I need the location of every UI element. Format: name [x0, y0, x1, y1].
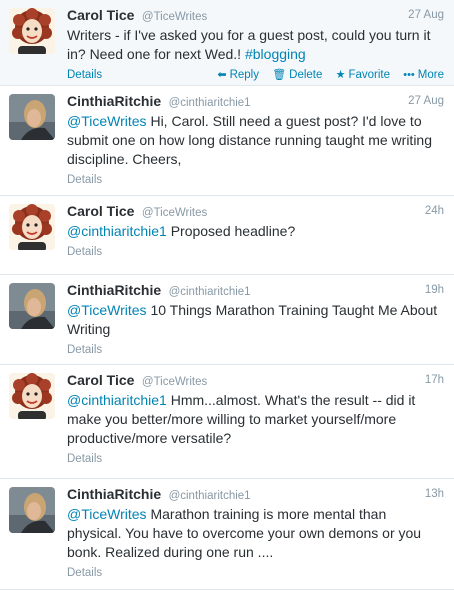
- tweet-text: @TiceWrites Hi, Carol. Still need a gues…: [67, 112, 444, 169]
- tweet-footer: Details ⬅ Reply 🗑 Delete ★ Favorite ••• More: [67, 67, 444, 83]
- tweet-item[interactable]: CinthiaRitchie @cinthiaritchie1 13h @Tic…: [0, 479, 454, 590]
- avatar[interactable]: [9, 204, 55, 250]
- favorite-button[interactable]: ★ Favorite: [336, 69, 390, 81]
- author-name[interactable]: CinthiaRitchie: [67, 486, 161, 502]
- tweet-header: CinthiaRitchie @cinthiaritchie1 19h: [67, 281, 444, 299]
- trash-icon: 🗑: [272, 69, 287, 81]
- tweet-text: @TiceWrites 10 Things Marathon Training …: [67, 301, 444, 339]
- more-button[interactable]: ••• More: [403, 69, 444, 81]
- tweet-text: @TiceWrites Marathon training is more me…: [67, 505, 444, 562]
- tweet-footer: Details: [67, 342, 444, 358]
- details-link[interactable]: Details: [67, 246, 102, 258]
- tweet-actions: ⬅ Reply 🗑 Delete ★ Favorite ••• More: [207, 67, 444, 83]
- author-name[interactable]: CinthiaRitchie: [67, 282, 161, 298]
- details-link[interactable]: Details: [67, 344, 102, 356]
- more-label: More: [417, 69, 444, 81]
- tweet-item[interactable]: CinthiaRitchie @cinthiaritchie1 27 Aug @…: [0, 86, 454, 196]
- author-handle[interactable]: @TiceWrites: [142, 207, 207, 219]
- tweet-header: CinthiaRitchie @cinthiaritchie1 13h: [67, 485, 444, 503]
- reply-arrow-icon: ⬅: [217, 69, 227, 81]
- mention-link[interactable]: @TiceWrites: [67, 506, 147, 522]
- tweet-item[interactable]: Carol Tice @TiceWrites 17h @cinthiaritch…: [0, 365, 454, 479]
- tweet-timestamp[interactable]: 24h: [425, 202, 444, 220]
- avatar[interactable]: [9, 8, 55, 54]
- mention-link[interactable]: @TiceWrites: [67, 302, 147, 318]
- tweet-text: @cinthiaritchie1 Proposed headline?: [67, 222, 444, 241]
- author-handle[interactable]: @TiceWrites: [142, 376, 207, 388]
- delete-button[interactable]: 🗑 Delete: [272, 69, 322, 81]
- tweet-header: Carol Tice @TiceWrites 17h: [67, 371, 444, 389]
- tweet-timeline: Carol Tice @TiceWrites 27 Aug Writers - …: [0, 0, 454, 590]
- details-link[interactable]: Details: [67, 453, 102, 465]
- avatar[interactable]: [9, 94, 55, 140]
- author-handle[interactable]: @TiceWrites: [142, 11, 207, 23]
- tweet-timestamp[interactable]: 13h: [425, 485, 444, 503]
- tweet-text: Writers - if I've asked you for a guest …: [67, 26, 444, 64]
- tweet-header: Carol Tice @TiceWrites 24h: [67, 202, 444, 220]
- tweet-item[interactable]: Carol Tice @TiceWrites 27 Aug Writers - …: [0, 0, 454, 86]
- author-name[interactable]: Carol Tice: [67, 372, 134, 388]
- tweet-text-segment: Proposed headline?: [166, 223, 296, 239]
- mention-link[interactable]: @cinthiaritchie1: [67, 392, 167, 408]
- tweet-item[interactable]: Carol Tice @TiceWrites 24h @cinthiaritch…: [0, 196, 454, 275]
- author-handle[interactable]: @cinthiaritchie1: [169, 97, 251, 109]
- author-name[interactable]: CinthiaRitchie: [67, 93, 161, 109]
- author-name[interactable]: Carol Tice: [67, 7, 134, 23]
- tweet-footer: Details: [67, 451, 444, 467]
- avatar[interactable]: [9, 487, 55, 533]
- tweet-text: @cinthiaritchie1 Hmm...almost. What's th…: [67, 391, 444, 448]
- delete-label: Delete: [289, 69, 323, 81]
- mention-link[interactable]: @cinthiaritchie1: [67, 223, 167, 239]
- tweet-timestamp[interactable]: 19h: [425, 281, 444, 299]
- tweet-header: Carol Tice @TiceWrites 27 Aug: [67, 6, 444, 24]
- reply-button[interactable]: ⬅ Reply: [217, 69, 259, 81]
- tweet-item[interactable]: CinthiaRitchie @cinthiaritchie1 19h @Tic…: [0, 275, 454, 365]
- tweet-timestamp[interactable]: 27 Aug: [408, 6, 444, 24]
- avatar[interactable]: [9, 283, 55, 329]
- details-link[interactable]: Details: [67, 567, 102, 579]
- tweet-footer: Details: [67, 172, 444, 188]
- details-link[interactable]: Details: [67, 69, 102, 81]
- tweet-timestamp[interactable]: 27 Aug: [408, 92, 444, 110]
- avatar[interactable]: [9, 373, 55, 419]
- tweet-footer: Details: [67, 244, 444, 260]
- reply-label: Reply: [229, 69, 259, 81]
- hashtag-link[interactable]: #blogging: [245, 46, 306, 62]
- tweet-header: CinthiaRitchie @cinthiaritchie1 27 Aug: [67, 92, 444, 110]
- more-dots-icon: •••: [403, 69, 415, 81]
- author-name[interactable]: Carol Tice: [67, 203, 134, 219]
- author-handle[interactable]: @cinthiaritchie1: [169, 490, 251, 502]
- tweet-timestamp[interactable]: 17h: [425, 371, 444, 389]
- mention-link[interactable]: @TiceWrites: [67, 113, 147, 129]
- details-link[interactable]: Details: [67, 174, 102, 186]
- star-icon: ★: [335, 69, 346, 81]
- author-handle[interactable]: @cinthiaritchie1: [169, 286, 251, 298]
- favorite-label: Favorite: [348, 69, 391, 81]
- tweet-footer: Details: [67, 565, 444, 581]
